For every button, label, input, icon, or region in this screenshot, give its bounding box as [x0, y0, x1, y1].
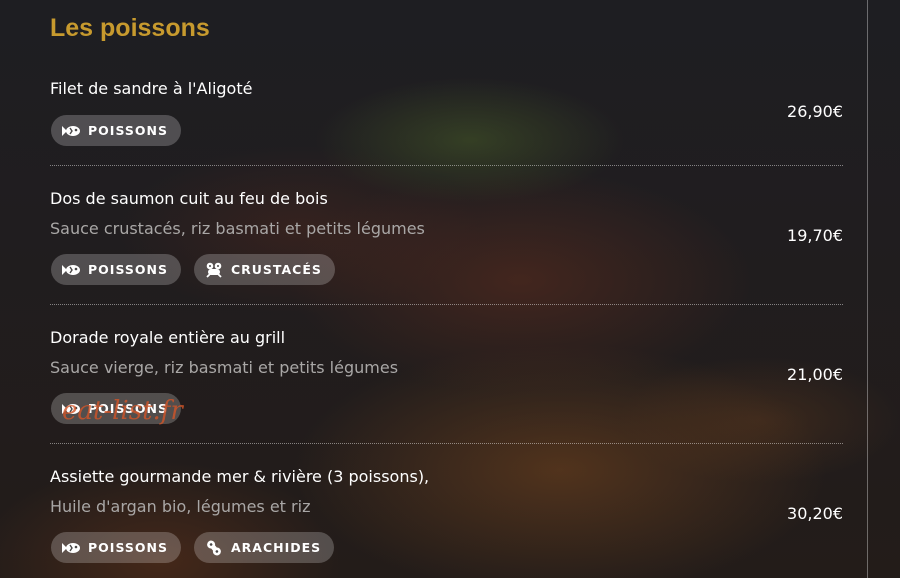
- fish-icon: [62, 125, 80, 136]
- tag-poissons: POISSONS: [51, 254, 181, 285]
- item-name: Filet de sandre à l'Aligoté: [50, 79, 253, 98]
- item-description: Huile d'argan bio, légumes et riz: [50, 497, 311, 516]
- item-name: Dos de saumon cuit au feu de bois: [50, 189, 328, 208]
- item-divider: [50, 443, 843, 444]
- section-title: Les poissons: [50, 14, 210, 42]
- item-price: 19,70€: [787, 226, 843, 245]
- fish-icon: [62, 264, 80, 275]
- shrimp-icon: [206, 262, 222, 278]
- item-divider: [50, 304, 843, 305]
- item-name: Assiette gourmande mer & rivière (3 pois…: [50, 467, 430, 486]
- tag-crustaces: CRUSTACÉS: [193, 254, 335, 285]
- item-tags: POISSONS CRUSTACÉS: [51, 254, 335, 285]
- tag-label: POISSONS: [88, 540, 168, 555]
- item-description: Sauce vierge, riz basmati et petits légu…: [50, 358, 399, 377]
- tag-label: POISSONS: [88, 123, 168, 138]
- item-price: 30,20€: [787, 504, 843, 523]
- item-price: 21,00€: [787, 365, 843, 384]
- item-name: Dorade royale entière au grill: [50, 328, 286, 347]
- tag-label: CRUSTACÉS: [230, 262, 322, 277]
- item-tags: POISSONS ARACHIDES: [51, 532, 335, 563]
- tag-label: POISSONS: [88, 262, 168, 277]
- panel-border: [867, 0, 868, 578]
- item-description: Sauce crustacés, riz basmati et petits l…: [50, 219, 425, 238]
- watermark: eat-list.fr: [62, 396, 183, 426]
- fish-icon: [62, 542, 80, 553]
- tag-poissons: POISSONS: [51, 532, 181, 563]
- peanut-icon: [207, 540, 221, 555]
- tag-label: ARACHIDES: [230, 540, 322, 555]
- tag-poissons: POISSONS: [51, 115, 181, 146]
- item-tags: POISSONS: [51, 115, 181, 146]
- item-divider: [50, 165, 843, 166]
- tag-arachides: ARACHIDES: [193, 532, 335, 563]
- item-price: 26,90€: [787, 102, 843, 121]
